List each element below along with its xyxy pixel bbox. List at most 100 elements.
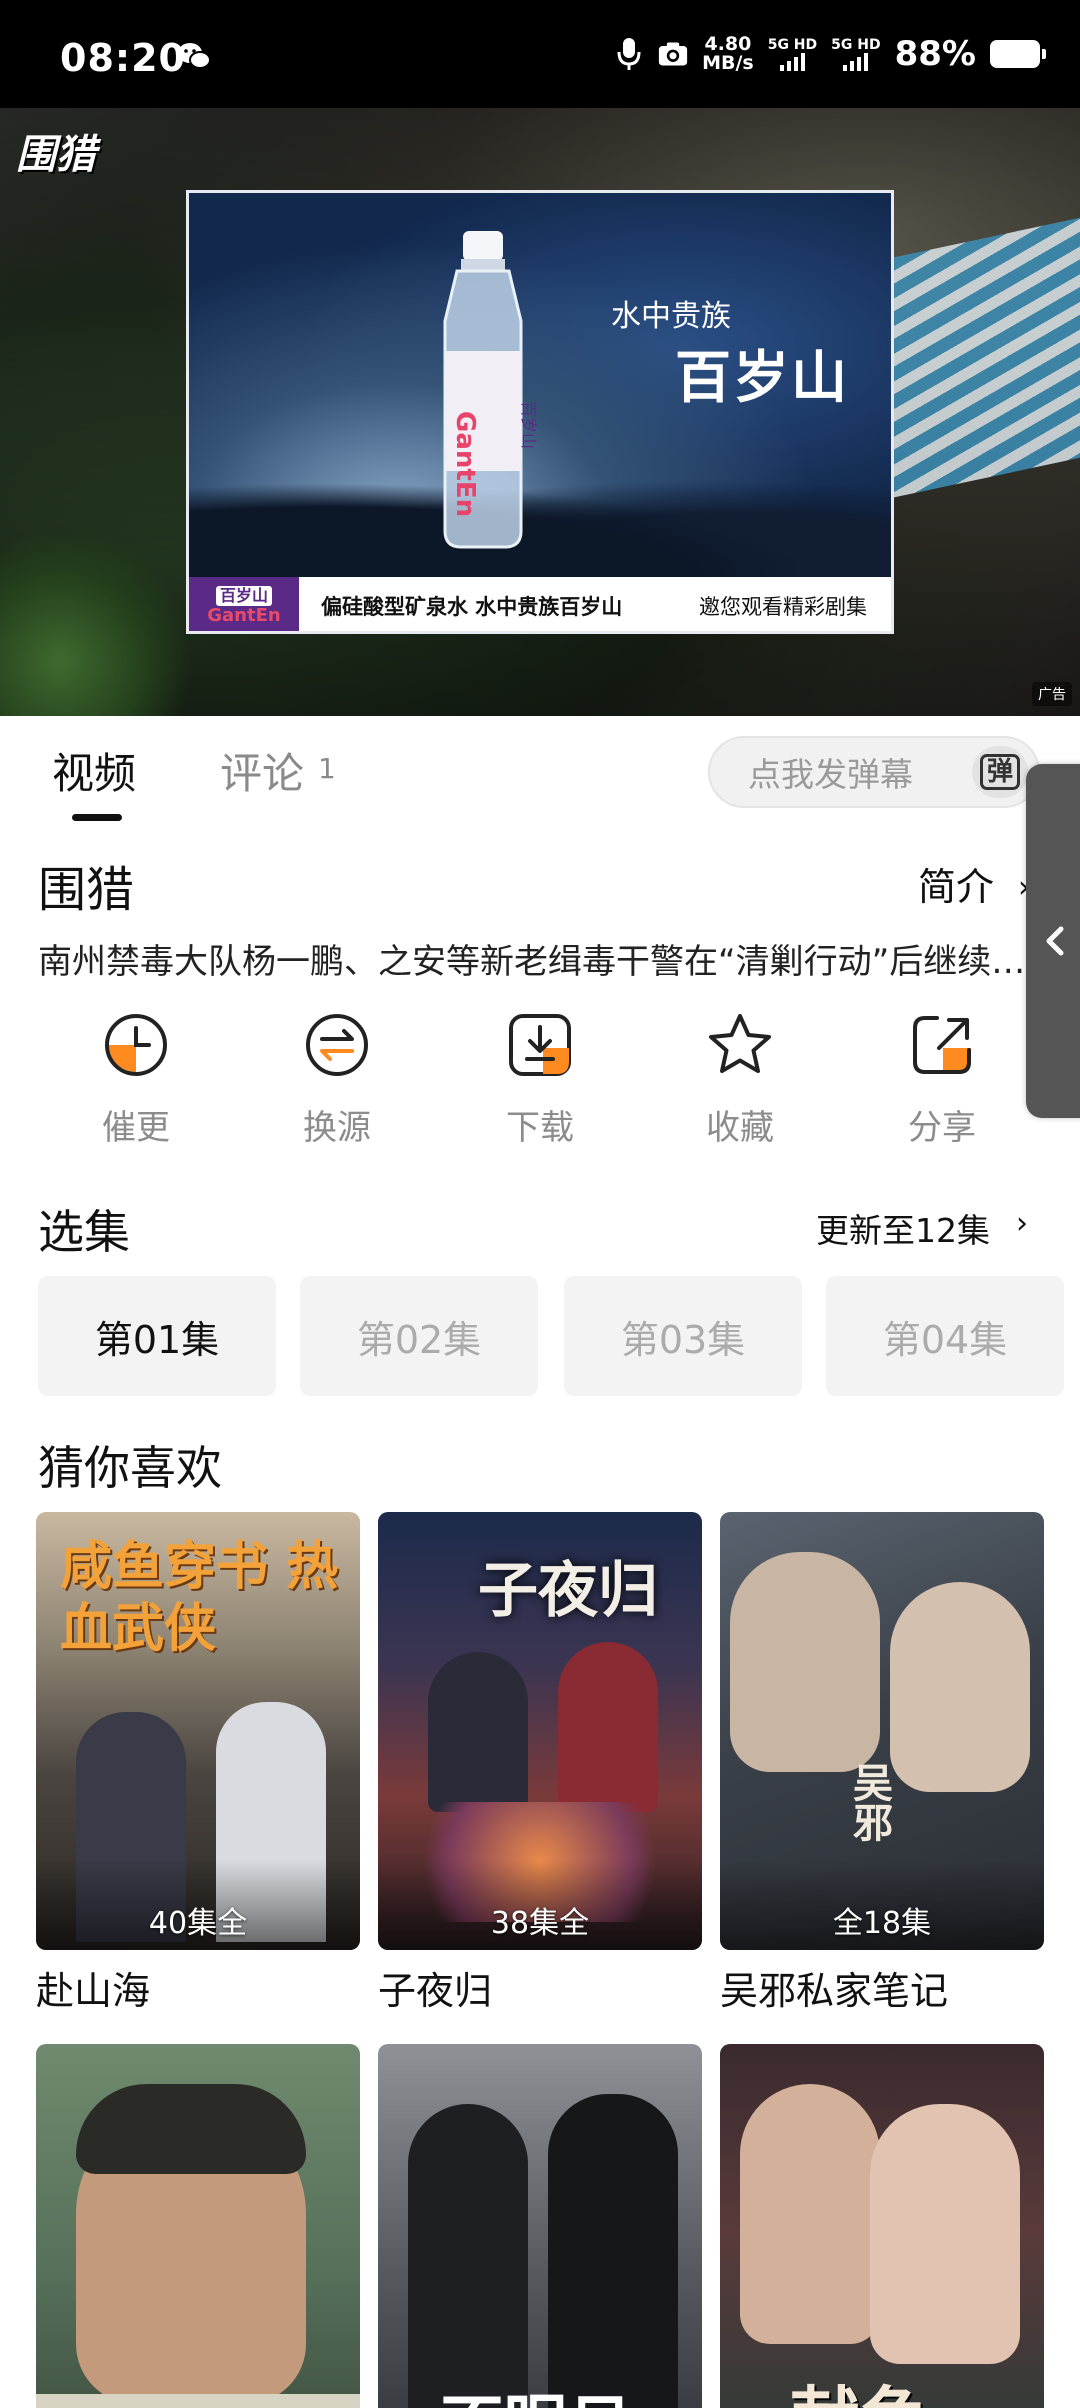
episode-item[interactable]: 第03集 <box>564 1276 802 1396</box>
poster-image: 子夜归 38集全 <box>378 1512 702 1950</box>
signal-bars-icon <box>779 52 805 71</box>
signal-bars-icon <box>843 52 869 71</box>
share-icon <box>913 1016 971 1074</box>
ad-brand-cn: 百岁山 <box>215 585 272 606</box>
poster-image <box>36 2044 360 2408</box>
show-title: 围猎 <box>38 862 135 918</box>
episode-count: 38集全 <box>490 1906 590 1941</box>
tab-active-indicator <box>72 814 122 821</box>
network-speed: 4.80 MB/s <box>702 35 754 73</box>
recommend-card[interactable]: 子夜归 38集全 子夜归 <box>378 1512 702 2015</box>
poster-text: 献鱼 <box>790 2364 930 2408</box>
poster-figure <box>428 1652 528 1812</box>
ad-subtitle: 水中贵族 <box>611 299 731 334</box>
poster-hair <box>76 2084 306 2174</box>
danmaku-icon: 弹 <box>980 754 1020 790</box>
danmaku-placeholder: 点我发弹幕 <box>748 755 913 794</box>
action-label: 催更 <box>102 1108 170 1148</box>
danmaku-input[interactable]: 点我发弹幕 弹 <box>708 736 1040 808</box>
poster-figure <box>408 2104 528 2408</box>
action-label: 换源 <box>303 1108 371 1148</box>
favorite-button[interactable]: 收藏 <box>670 1010 810 1149</box>
share-button[interactable]: 分享 <box>872 1010 1012 1149</box>
poster-image: 不眠日 <box>378 2044 702 2408</box>
poster-text: 咸鱼穿书 热血武侠 <box>60 1536 339 1659</box>
recommend-title: 猜你喜欢 <box>38 1441 222 1495</box>
poster-text: 吴邪 <box>846 1762 893 1842</box>
recommend-card[interactable]: 咸鱼穿书 热血武侠 40集全 赴山海 <box>36 1512 360 2015</box>
intro-link[interactable]: 简介 <box>918 856 994 911</box>
ad-invite: 邀您观看精彩剧集 <box>699 594 867 619</box>
tab-comments[interactable]: 评论 <box>220 740 304 801</box>
episode-item[interactable]: 第01集 <box>38 1276 276 1396</box>
episode-item[interactable]: 第02集 <box>300 1276 538 1396</box>
card-title: 子夜归 <box>378 1969 493 2013</box>
ad-info-strip: 百岁山 GantEn 偏硅酸型矿泉水 水中贵族百岁山 邀您观看精彩剧集 <box>189 577 891 631</box>
svg-text:百岁山: 百岁山 <box>519 401 538 449</box>
recommend-card[interactable]: 吴邪 全18集 吴邪私家笔记 <box>720 1512 1044 2015</box>
net-label-1: 5G HD <box>767 36 818 53</box>
ad-slogan: 偏硅酸型矿泉水 水中贵族百岁山 <box>321 594 623 619</box>
svg-text:GantEn: GantEn <box>450 411 480 517</box>
battery-percent: 88% <box>894 34 976 74</box>
recommend-card[interactable]: 献鱼 <box>720 2044 1044 2408</box>
episode-count: 40集全 <box>148 1906 248 1941</box>
ad-label-badge: 广告 <box>1032 682 1072 706</box>
recommend-card[interactable]: 不眠日 <box>378 2044 702 2408</box>
show-logo: 围猎 <box>16 131 96 178</box>
episode-item[interactable]: 第04集 <box>826 1276 1064 1396</box>
poster-figure <box>870 2104 1020 2364</box>
poster-figure <box>558 1642 658 1812</box>
side-panel-handle[interactable] <box>1026 764 1080 1118</box>
chevron-left-icon <box>1046 926 1064 956</box>
ad-banner[interactable]: GantEn 百岁山 水中贵族 百岁山 百岁山 GantEn 偏硅酸型矿泉水 水… <box>186 190 894 634</box>
poster-figure <box>740 2084 880 2344</box>
status-icons: 4.80 MB/s 5G HD 5G HD 88% <box>614 30 1046 78</box>
switch-source-button[interactable]: 换源 <box>267 1010 407 1149</box>
poster-image: 吴邪 全18集 <box>720 1512 1044 1950</box>
microphone-icon <box>617 38 641 70</box>
danmaku-toggle-button[interactable]: 弹 <box>972 746 1028 798</box>
episodes-update-status[interactable]: 更新至12集 <box>816 1204 990 1252</box>
show-description: 南州禁毒大队杨一鹏、之安等新老缉毒干警在“清剿行动”后继续追查毒源…… <box>38 942 1032 982</box>
net-label-2: 5G HD <box>831 36 881 53</box>
download-icon <box>509 1014 571 1076</box>
background-plants <box>0 536 200 716</box>
ad-brand-logo: 百岁山 GantEn <box>189 577 299 631</box>
download-button[interactable]: 下载 <box>470 1010 610 1149</box>
action-label: 收藏 <box>706 1108 774 1148</box>
star-icon <box>709 1014 771 1073</box>
switch-source-icon <box>306 1014 368 1076</box>
water-bottle-image: GantEn 百岁山 <box>443 231 538 549</box>
poster-collar <box>36 2394 360 2408</box>
video-player[interactable]: 围猎 GantEn 百岁山 水中贵族 百岁山 百岁山 GantEn 偏硅酸型矿泉… <box>0 108 1080 716</box>
clock-icon <box>105 1014 167 1076</box>
poster-figure <box>730 1552 880 1772</box>
tab-video[interactable]: 视频 <box>52 740 136 801</box>
poster-image: 咸鱼穿书 热血武侠 40集全 <box>36 1512 360 1950</box>
recommend-card[interactable] <box>36 2044 360 2408</box>
battery-icon <box>990 40 1046 68</box>
ad-brand-en: GantEn <box>207 604 281 626</box>
status-time: 08:20 <box>60 36 186 80</box>
poster-image: 献鱼 <box>720 2044 1044 2408</box>
content-tabs: 视频 评论 1 点我发弹幕 弹 <box>0 716 1080 832</box>
speed-unit: MB/s <box>702 52 754 74</box>
app-screen: { "status_bar": { "time": "08:20", "spee… <box>0 0 1080 2408</box>
background-tarp <box>890 217 1080 499</box>
episodes-title: 选集 <box>38 1205 130 1259</box>
card-title: 吴邪私家笔记 <box>720 1969 949 2013</box>
poster-text: 子夜归 <box>478 1556 658 1626</box>
urge-update-button[interactable]: 催更 <box>66 1010 206 1149</box>
card-title: 赴山海 <box>36 1969 151 2013</box>
poster-text: 不眠日 <box>440 2374 632 2408</box>
ad-title: 百岁山 <box>675 346 849 411</box>
camera-icon <box>658 42 688 66</box>
signal-1: 5G HD <box>767 36 818 71</box>
action-label: 下载 <box>506 1108 574 1148</box>
chevron-right-icon[interactable]: › <box>1016 1206 1028 1241</box>
comment-count: 1 <box>318 752 336 785</box>
poster-figure <box>890 1582 1030 1792</box>
episode-count: 全18集 <box>832 1906 932 1941</box>
status-bar: 08:20 4.80 MB/s 5G HD 5G HD 88% <box>0 0 1080 108</box>
